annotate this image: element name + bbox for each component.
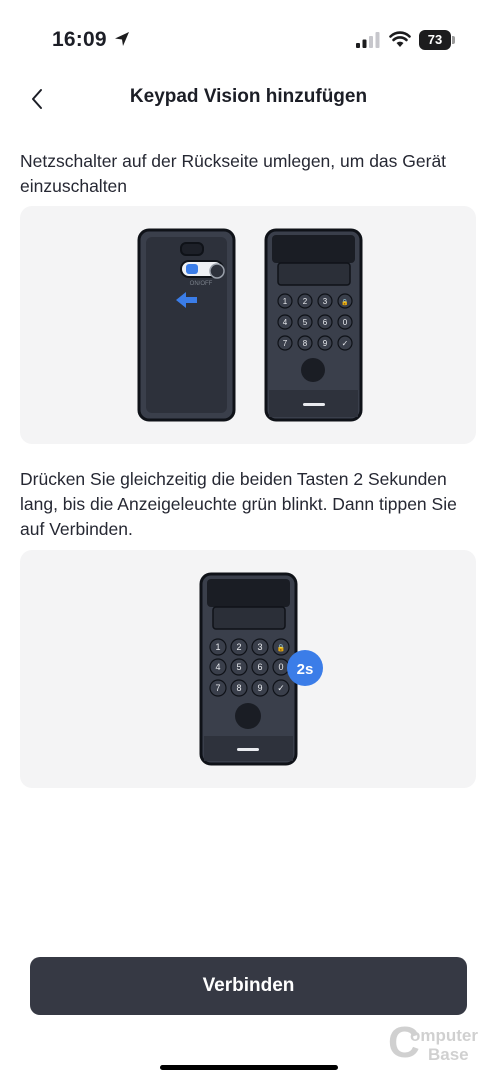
status-time: 16:09 xyxy=(52,28,107,51)
device-back-and-front-illustration: ON/OFF 1 2 3 🔒 4 5 6 0 7 8 9 ✓ xyxy=(137,228,363,422)
step-2-instruction: Drücken Sie gleichzeitig die beiden Tast… xyxy=(20,469,457,539)
page-title: Keypad Vision hinzufügen xyxy=(129,86,368,107)
keypad-front-key-4: 4 xyxy=(283,318,288,327)
keypad-key-4: 4 xyxy=(215,662,220,672)
keypad-front-key-3: 3 xyxy=(323,297,328,306)
keypad-front-key-check: ✓ xyxy=(342,339,349,348)
step-1-instruction: Netzschalter auf der Rückseite umlegen, … xyxy=(20,151,447,196)
cellular-signal-icon xyxy=(356,32,380,48)
power-switch-label: ON/OFF xyxy=(190,281,213,287)
keypad-key-2: 2 xyxy=(236,642,241,652)
keypad-front-key-5: 5 xyxy=(303,318,308,327)
keypad-key-8: 8 xyxy=(236,683,241,693)
keypad-front-key-6: 6 xyxy=(323,318,328,327)
battery-level: 73 xyxy=(419,30,451,50)
hold-duration-badge: 2s xyxy=(297,661,314,678)
connect-button[interactable]: Verbinden xyxy=(30,957,467,1015)
battery-cap xyxy=(452,36,455,44)
keypad-front-key-lock: 🔒 xyxy=(341,298,348,306)
status-bar: 16:09 73 xyxy=(0,0,497,80)
keypad-key-lock: 🔒 xyxy=(277,644,286,652)
pairing-keys-illustration: 1 2 3 🔒 4 5 6 0 7 8 9 ✓ 2s xyxy=(20,550,476,788)
location-arrow-icon xyxy=(115,32,129,46)
device-front-view: 1 2 3 🔒 4 5 6 0 7 8 9 ✓ xyxy=(264,228,363,422)
keypad-pairing-illustration: 1 2 3 🔒 4 5 6 0 7 8 9 ✓ 2s xyxy=(199,572,323,766)
keypad-key-1: 1 xyxy=(215,642,220,652)
watermark-line-1: omputer xyxy=(410,1026,478,1045)
wifi-icon xyxy=(389,31,411,47)
keypad-front-key-8: 8 xyxy=(303,339,308,348)
keypad-front-key-0: 0 xyxy=(343,318,348,327)
keypad-key-0: 0 xyxy=(278,662,283,672)
computerbase-watermark: C omputer Base xyxy=(388,1020,488,1072)
keypad-key-7: 7 xyxy=(215,683,220,693)
keypad-front-key-7: 7 xyxy=(283,339,288,348)
power-switch-illustration: ON/OFF 1 2 3 🔒 4 5 6 0 7 8 9 ✓ xyxy=(20,206,476,444)
battery-indicator: 73 xyxy=(419,30,455,50)
keypad-key-3: 3 xyxy=(257,642,262,652)
keypad-key-9: 9 xyxy=(257,683,262,693)
keypad-key-6: 6 xyxy=(257,662,262,672)
nav-bar: Keypad Vision hinzufügen xyxy=(0,80,497,120)
keypad-front-key-1: 1 xyxy=(283,297,288,306)
home-indicator[interactable] xyxy=(160,1065,338,1070)
keypad-key-check: ✓ xyxy=(277,683,285,693)
keypad-front-key-2: 2 xyxy=(303,297,308,306)
device-back-view: ON/OFF xyxy=(137,228,236,422)
keypad-front-key-9: 9 xyxy=(323,339,328,348)
keypad-key-5: 5 xyxy=(236,662,241,672)
watermark-line-2: Base xyxy=(428,1045,469,1064)
